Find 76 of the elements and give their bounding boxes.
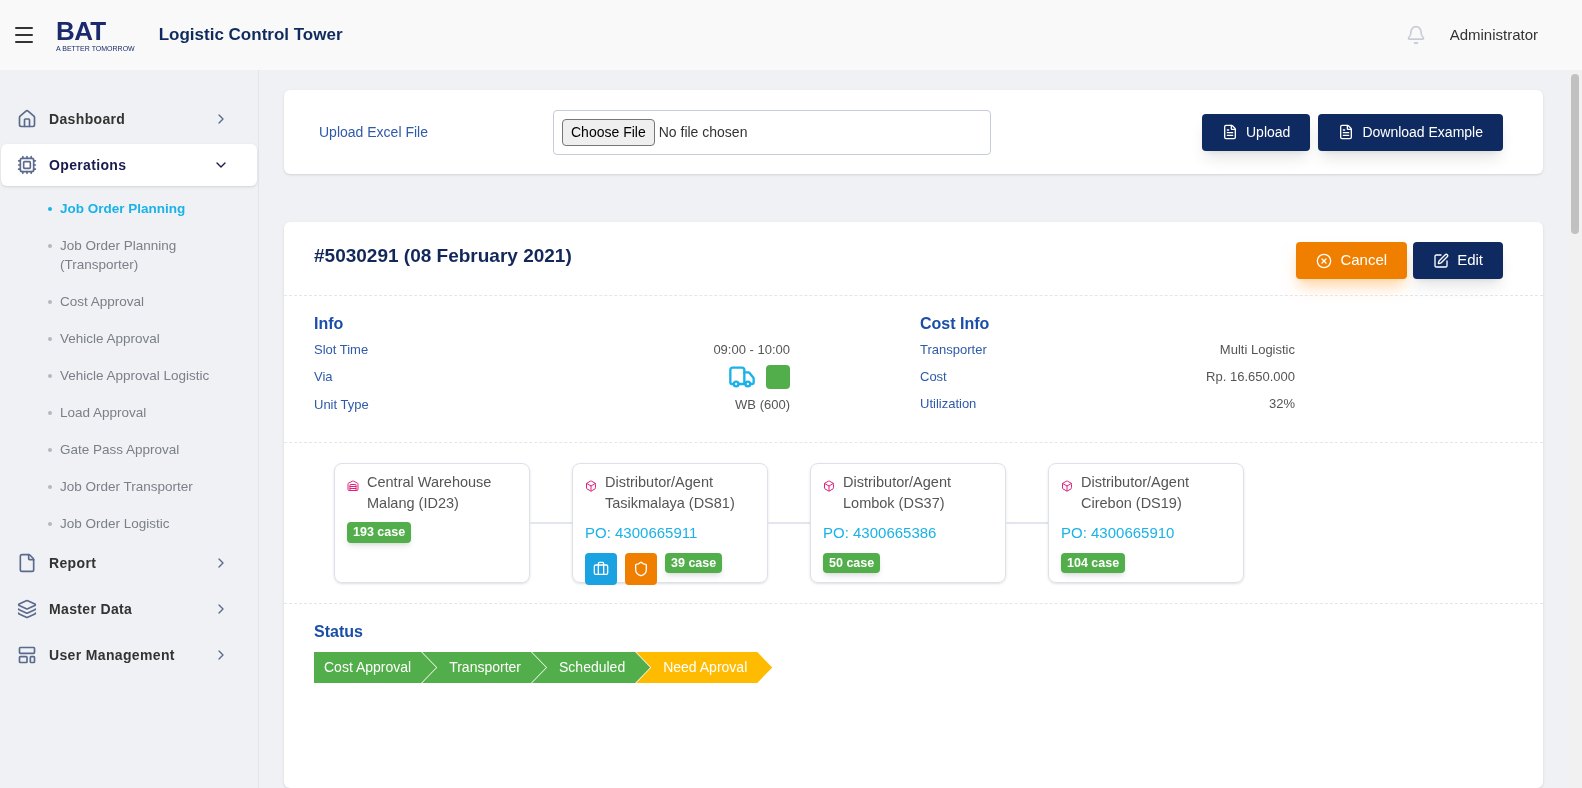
file-icon (1338, 124, 1355, 140)
home-icon (17, 109, 37, 129)
route-node-card[interactable]: Central Warehouse Malang (ID23) 193 case (334, 463, 530, 583)
bullet-icon (48, 244, 52, 248)
info-value: Rp. 16.650.000 (1206, 367, 1295, 386)
box-icon (585, 480, 597, 492)
info-value: 32% (1268, 394, 1295, 413)
status-square-icon (766, 365, 790, 389)
app-title: Logistic Control Tower (158, 24, 343, 47)
user-name[interactable]: Administrator (1449, 23, 1538, 47)
box-icon (823, 480, 835, 492)
file-input[interactable]: Choose File No file chosen (553, 109, 991, 155)
info-label: Slot Time (314, 340, 369, 359)
chip-icon (17, 155, 37, 175)
file-status: No file chosen (658, 122, 748, 142)
layers-icon (17, 599, 37, 619)
case-count: 50 case (823, 552, 881, 574)
case-count: 193 case (347, 522, 412, 543)
bullet-icon (48, 411, 52, 415)
bullet-icon (48, 485, 52, 489)
submenu-item[interactable]: Vehicle Approval (0, 320, 258, 357)
download-button[interactable]: Download Example (1318, 113, 1503, 151)
status-heading: Status (314, 622, 364, 642)
info-value: Multi Logistic (1219, 340, 1295, 359)
route-node-card[interactable]: Distributor/Agent Cirebon (DS19) PO: 4300665910 104 case (1048, 463, 1244, 583)
case-count: 39 case (665, 552, 723, 574)
order-title: #5030291 (08 February 2021) (314, 244, 572, 268)
cost-info-heading: Cost Info (920, 314, 991, 334)
warehouse-icon (347, 480, 359, 492)
file-icon (17, 553, 37, 573)
upload-label: Upload Excel File (319, 122, 429, 142)
route-node-card[interactable]: Distributor/Agent Lombok (DS37) PO: 4300665386 50 case (810, 463, 1006, 583)
sidebar-item[interactable]: Report (1, 542, 257, 584)
shield-icon[interactable] (625, 552, 657, 585)
info-label: Via (314, 368, 333, 387)
sidebar-item[interactable]: User Management (1, 634, 257, 676)
info-label: Cost (920, 367, 947, 386)
bullet-icon (48, 448, 52, 452)
briefcase-icon[interactable] (585, 552, 617, 585)
cancel-icon (1316, 252, 1333, 269)
layout-icon (17, 645, 37, 665)
info-label: Utilization (920, 394, 977, 413)
node-name: Distributor/Agent Lombok (DS37) (843, 473, 952, 513)
info-value: WB (600) (735, 395, 790, 414)
submenu-item[interactable]: Job Order Logistic (0, 505, 258, 542)
edit-icon (1433, 252, 1450, 269)
choose-file-button[interactable]: Choose File (562, 118, 655, 146)
node-name: Distributor/Agent Tasikmalaya (DS81) (605, 473, 736, 513)
submenu-item[interactable]: Job Order Planning (Transporter) (0, 227, 258, 283)
edit-button[interactable]: Edit (1413, 242, 1503, 279)
sidebar-item[interactable]: Dashboard (1, 98, 257, 140)
sidebar-item[interactable]: Operations (1, 144, 257, 186)
box-icon (1061, 480, 1073, 492)
sidebar-item[interactable]: Master Data (1, 588, 257, 630)
info-label: Unit Type (314, 395, 369, 414)
status-step: Need Aproval (636, 652, 773, 683)
node-name: Distributor/Agent Cirebon (DS19) (1081, 473, 1190, 513)
bullet-icon (48, 207, 52, 211)
file-icon (1222, 124, 1238, 140)
info-value: 09:00 - 10:00 (713, 340, 790, 359)
info-heading: Info (314, 314, 345, 334)
case-count: 104 case (1061, 552, 1126, 574)
bullet-icon (48, 300, 52, 304)
submenu-item[interactable]: Vehicle Approval Logistic (0, 357, 258, 394)
bullet-icon (48, 374, 52, 378)
info-label: Transporter (920, 340, 987, 359)
node-name: Central Warehouse Malang (ID23) (367, 473, 493, 513)
submenu-item[interactable]: Cost Approval (0, 283, 258, 320)
submenu-item[interactable]: Load Approval (0, 394, 258, 431)
bullet-icon (48, 337, 52, 341)
notification-icon[interactable] (1405, 25, 1426, 45)
bullet-icon (48, 522, 52, 526)
upload-button[interactable]: Upload (1202, 113, 1311, 151)
submenu-item[interactable]: Gate Pass Approval (0, 431, 258, 468)
route-node-card[interactable]: Distributor/Agent Tasikmalaya (DS81) PO: 4300665911 39 case (572, 463, 768, 583)
submenu-item[interactable]: Job Order Transporter (0, 468, 258, 505)
